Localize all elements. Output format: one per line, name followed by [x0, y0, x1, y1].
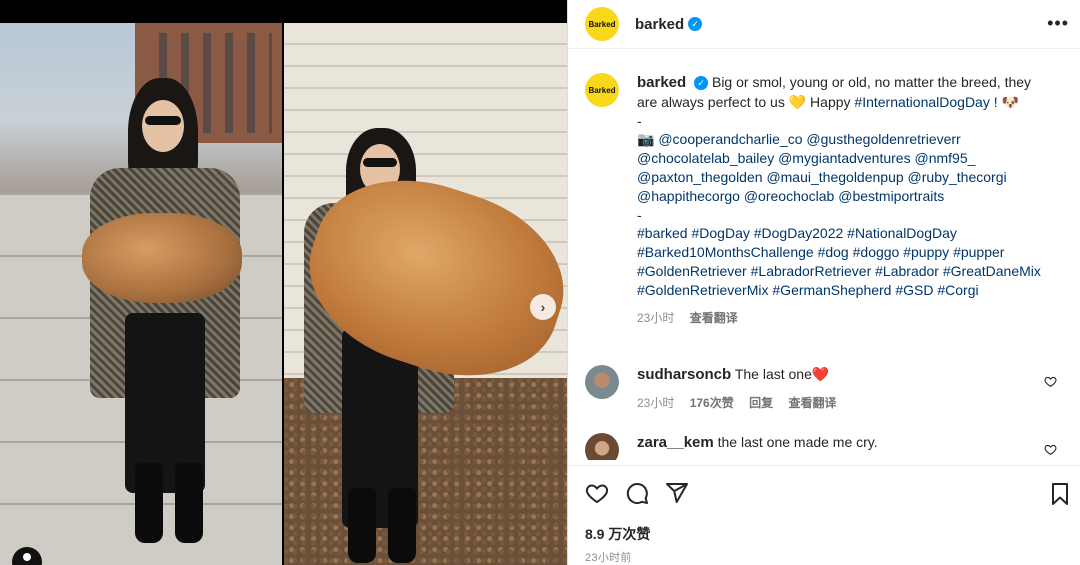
caption-body: barked ✓ Big or smol, young or old, no m… — [637, 73, 1047, 327]
post-actions: 8.9 万次赞 23小时前 — [568, 465, 1080, 565]
author-avatar[interactable]: Barked — [585, 7, 619, 41]
post-time-ago: 23小时前 — [585, 552, 632, 564]
hashtag-link[interactable]: #Barked10MonthsChallenge — [637, 244, 814, 260]
comment-username[interactable]: zara__kem — [637, 434, 714, 451]
hashtag-link[interactable]: #GermanShepherd — [772, 282, 891, 298]
mention-link[interactable]: @oreochoclab — [744, 188, 835, 204]
hashtag-link[interactable]: #Labrador — [875, 263, 939, 279]
comment-row: zara__kem the last one made me cry. — [585, 433, 1065, 460]
post-media: › — [0, 0, 567, 565]
hashtag-link[interactable]: #InternationalDogDay — [854, 94, 989, 110]
like-count[interactable]: 8.9 万次赞 — [585, 524, 650, 544]
more-options-icon[interactable]: ••• — [1047, 13, 1069, 34]
mention-link[interactable]: @mygiantadventures — [778, 150, 911, 166]
comment-text: the last one made me cry. — [717, 434, 878, 450]
hashtag-link[interactable]: #GreatDaneMix — [943, 263, 1041, 279]
avatar-logo-text: Barked — [588, 85, 616, 95]
comment-body: sudharsoncb The last one❤️ 23小时 176次赞 回复… — [637, 365, 1047, 413]
bookmark-icon — [1052, 483, 1068, 505]
woman-figure-left — [90, 78, 240, 558]
mention-link[interactable]: @gusthegoldenretrieverr — [806, 131, 960, 147]
post-panel: Barked barked ✓ ••• Barked barked ✓ Big … — [567, 0, 1080, 565]
heart-icon[interactable] — [585, 481, 609, 505]
photo-right — [284, 23, 567, 565]
action-icons — [585, 481, 689, 505]
hashtag-link[interactable]: #NationalDogDay — [847, 225, 957, 241]
comment-like-heart-icon[interactable] — [1044, 375, 1057, 388]
author-username[interactable]: barked — [635, 16, 684, 33]
post-header: Barked barked ✓ ••• — [568, 0, 1080, 49]
caption-meta: 23小时 查看翻译 — [637, 309, 1047, 328]
hashtag-link[interactable]: #pupper — [953, 244, 1004, 260]
hashtag-link[interactable]: #barked — [637, 225, 688, 241]
mention-link[interactable]: @ruby_thecorgi — [908, 169, 1007, 185]
hashtag-link[interactable]: #GSD — [895, 282, 933, 298]
hashtag-link[interactable]: #DogDay2022 — [754, 225, 844, 241]
mention-link[interactable]: @happithecorgo — [637, 188, 740, 204]
comment-icon[interactable] — [625, 481, 649, 505]
caption-avatar[interactable]: Barked — [585, 73, 619, 107]
commenter-avatar[interactable] — [585, 433, 619, 460]
hashtag-link[interactable]: #puppy — [903, 244, 949, 260]
post-modal: › Barked barked ✓ ••• Barked barked ✓ Bi… — [0, 0, 1080, 565]
caption-divider: - — [637, 206, 642, 223]
comment-meta: 23小时 176次赞 回复 查看翻译 — [637, 394, 1047, 413]
comment-username[interactable]: sudharsoncb — [637, 366, 731, 383]
comment-row: sudharsoncb The last one❤️ 23小时 176次赞 回复… — [585, 365, 1065, 413]
verified-badge-icon: ✓ — [694, 76, 709, 91]
commenter-avatar[interactable] — [585, 365, 619, 399]
verified-badge-icon: ✓ — [688, 17, 703, 31]
paper-plane-icon[interactable] — [665, 481, 689, 505]
chevron-right-icon: › — [540, 299, 546, 315]
photo-left — [0, 23, 282, 565]
caption-username[interactable]: barked — [637, 74, 686, 91]
mention-link[interactable]: @nmf95_ — [915, 150, 976, 166]
comment-like-heart-icon[interactable] — [1044, 443, 1057, 456]
reply-button[interactable]: 回复 — [749, 396, 773, 410]
caption-text-end: ! 🐶 — [989, 93, 1019, 110]
mention-link[interactable]: @maui_thegoldenpup — [766, 169, 903, 185]
mention-link[interactable]: @chocolatelab_bailey — [637, 150, 774, 166]
hashtag-link[interactable]: #DogDay — [691, 225, 749, 241]
red-heart-emoji: ❤️ — [811, 366, 830, 382]
small-dog — [82, 213, 242, 303]
hashtag-link[interactable]: #GoldenRetrieverMix — [637, 282, 769, 298]
hashtag-link[interactable]: #doggo — [853, 244, 900, 260]
mention-link[interactable]: @cooperandcharlie_co — [658, 131, 802, 147]
mention-link[interactable]: @paxton_thegolden — [637, 169, 763, 185]
caption-row: Barked barked ✓ Big or smol, young or ol… — [585, 73, 1065, 327]
hashtag-link[interactable]: #LabradorRetriever — [751, 263, 872, 279]
comment-likes[interactable]: 176次赞 — [690, 396, 734, 410]
comment-text: The last one — [734, 366, 812, 382]
comments-section: Barked barked ✓ Big or smol, young or ol… — [568, 60, 1080, 460]
comment-body: zara__kem the last one made me cry. — [637, 433, 1047, 460]
hashtag-link[interactable]: #GoldenRetriever — [637, 263, 747, 279]
caption-time[interactable]: 23小时 — [637, 311, 674, 325]
hashtag-link[interactable]: #Corgi — [937, 282, 978, 298]
caption-divider: - — [637, 112, 642, 129]
see-translation-button[interactable]: 查看翻译 — [690, 311, 738, 325]
hashtag-link[interactable]: #dog — [818, 244, 849, 260]
camera-icon: 📷 — [637, 131, 655, 148]
next-photo-button[interactable]: › — [530, 294, 556, 320]
comment-time[interactable]: 23小时 — [637, 396, 674, 410]
avatar-logo-text: Barked — [588, 19, 616, 29]
mention-link[interactable]: @bestmiportraits — [838, 188, 944, 204]
bookmark-button[interactable] — [1049, 482, 1071, 506]
see-translation-button[interactable]: 查看翻译 — [788, 396, 836, 410]
